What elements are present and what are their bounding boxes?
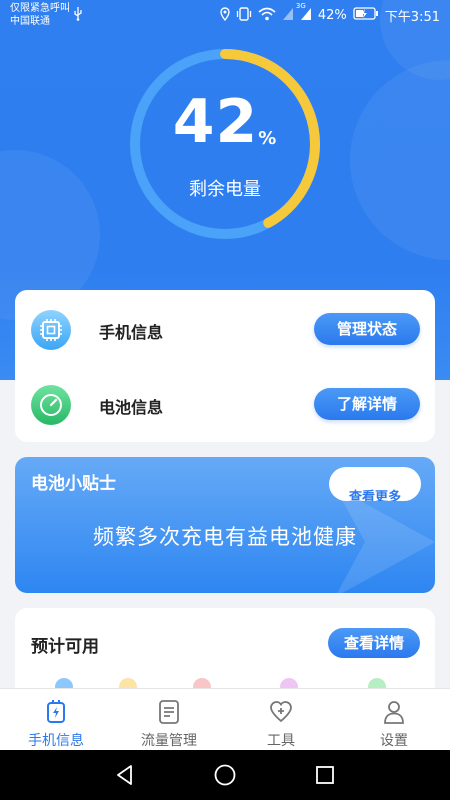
tab-label: 手机信息 — [28, 733, 84, 749]
wifi-icon — [258, 7, 276, 25]
clock: 下午3:51 — [384, 10, 440, 25]
battery-plug-icon — [47, 700, 65, 723]
heart-plus-icon — [270, 701, 292, 723]
usb-icon — [73, 7, 83, 24]
tab-phone-info[interactable]: 手机信息 — [11, 689, 101, 751]
battery-icon — [353, 7, 379, 24]
estimate-title: 预计可用 — [31, 637, 99, 657]
tips-title: 电池小贴士 — [31, 474, 116, 494]
person-icon — [384, 701, 404, 724]
manage-status-button[interactable]: 管理状态 — [314, 313, 420, 345]
tips-body: 频繁多次充电有益电池健康 — [93, 525, 357, 549]
view-more-label: 查看更多 — [348, 490, 401, 501]
decor-circle — [350, 60, 450, 260]
battery-tips-card: 电池小贴士 查看更多 频繁多次充电有益电池健康 — [15, 457, 435, 593]
info-card: 手机信息 管理状态 电池信息 了解详情 — [15, 290, 435, 442]
tab-tools[interactable]: 工具 — [236, 689, 326, 751]
battery-info-row: 电池信息 了解详情 — [15, 370, 435, 440]
battery-readout: 42% 剩余电量 — [125, 90, 325, 201]
network-type: 3G — [295, 1, 306, 10]
remaining-label: 剩余电量 — [189, 179, 261, 200]
signal-icon-2: 3G — [296, 2, 312, 25]
carrier-line2: 中国联通 — [10, 16, 50, 27]
battery-percent-text: 42% — [317, 8, 347, 23]
location-icon — [220, 6, 230, 25]
bottom-tab-bar: 手机信息 流量管理 工具 设置 — [0, 688, 450, 751]
recents-icon[interactable] — [313, 763, 337, 787]
view-details-button[interactable]: 查看详情 — [328, 628, 420, 658]
percent-unit: % — [258, 128, 278, 149]
gauge-icon — [31, 385, 71, 425]
learn-details-button[interactable]: 了解详情 — [314, 388, 420, 420]
phone-info-label: 手机信息 — [99, 323, 164, 342]
home-icon[interactable] — [213, 763, 237, 787]
vibrate-icon — [236, 6, 252, 25]
battery-percent: 42 — [172, 87, 259, 157]
tab-label: 工具 — [267, 733, 295, 749]
view-more-button[interactable]: 查看更多 — [329, 467, 421, 501]
chip-icon — [31, 310, 71, 350]
document-icon — [159, 700, 179, 724]
tab-label: 设置 — [380, 733, 408, 749]
battery-info-label: 电池信息 — [99, 398, 164, 417]
tab-settings[interactable]: 设置 — [349, 689, 439, 751]
signal-icon-1 — [282, 7, 294, 25]
status-bar: 仅限紧急呼叫 中国联通 3G 42% 下午3:51 — [0, 0, 450, 32]
carrier-line1: 仅限紧急呼叫 — [10, 3, 70, 14]
phone-info-row: 手机信息 管理状态 — [15, 295, 435, 365]
system-nav-bar — [0, 750, 450, 800]
tab-label: 流量管理 — [141, 733, 197, 749]
tab-traffic[interactable]: 流量管理 — [124, 689, 214, 751]
back-icon[interactable] — [113, 763, 137, 787]
